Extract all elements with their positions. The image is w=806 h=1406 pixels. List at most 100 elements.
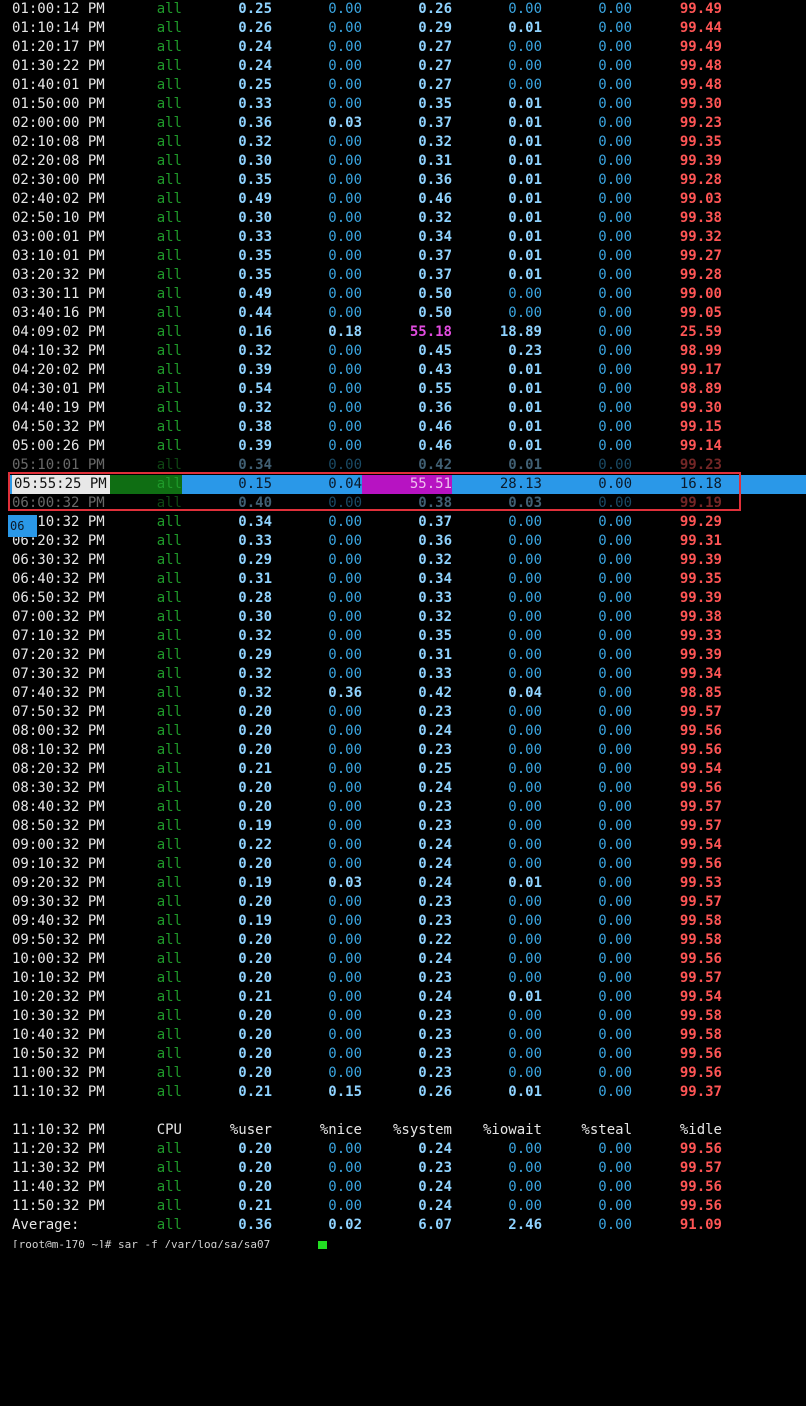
cell-system: 0.31 bbox=[418, 647, 452, 663]
cell-nice: 0.00 bbox=[328, 1160, 362, 1176]
cell-steal: 0.00 bbox=[598, 818, 632, 834]
cell-system: 0.45 bbox=[418, 343, 452, 359]
cell-cpu: all bbox=[156, 305, 182, 321]
cell-time: 04:20:02 PM bbox=[12, 362, 105, 378]
cell-time: 01:10:14 PM bbox=[12, 20, 105, 36]
cell-iowait: 0.01 bbox=[508, 457, 542, 473]
cell-time: 03:40:16 PM bbox=[12, 305, 105, 321]
header-iowait: %iowait bbox=[482, 1122, 542, 1138]
cell-time: 04:40:19 PM bbox=[12, 400, 105, 416]
cell-time: 11:20:32 PM bbox=[12, 1141, 105, 1157]
cell-idle: 99.57 bbox=[679, 1160, 722, 1176]
table-row: 04:40:19 PM all 0.32 0.00 0.36 0.01 0.00 99.30 bbox=[8, 399, 806, 418]
table-row: 06:20:32 PM all 0.33 0.00 0.36 0.00 0.00 99.31 bbox=[8, 532, 806, 551]
cell-idle: 25.59 bbox=[679, 324, 722, 340]
cell-iowait: 0.00 bbox=[508, 1, 542, 17]
cell-system: 0.23 bbox=[418, 742, 452, 758]
cell-idle: 99.28 bbox=[679, 172, 722, 188]
cell-user: 0.15 bbox=[182, 475, 272, 494]
cell-system: 0.24 bbox=[418, 1198, 452, 1214]
cell-time: 09:40:32 PM bbox=[12, 913, 105, 929]
cell-steal: 0.00 bbox=[598, 210, 632, 226]
table-row: 07:10:32 PM all 0.32 0.00 0.35 0.00 0.00 99.33 bbox=[8, 627, 806, 646]
cell-system: 0.26 bbox=[418, 1, 452, 17]
table-row: 02:20:08 PM all 0.30 0.00 0.31 0.01 0.00 99.39 bbox=[8, 152, 806, 171]
cell-cpu: all bbox=[156, 1084, 182, 1100]
cell-user: 0.20 bbox=[238, 932, 272, 948]
cell-nice: 0.00 bbox=[328, 1046, 362, 1062]
header-system: %system bbox=[392, 1122, 452, 1138]
cell-user: 0.39 bbox=[238, 438, 272, 454]
cell-user: 0.19 bbox=[238, 913, 272, 929]
cell-idle: 99.56 bbox=[679, 1198, 722, 1214]
cell-steal: 0.00 bbox=[598, 381, 632, 397]
cell-nice: 0.00 bbox=[328, 1198, 362, 1214]
cell-user: 0.39 bbox=[238, 362, 272, 378]
cell-iowait: 0.01 bbox=[508, 875, 542, 891]
cell-cpu: all bbox=[156, 1065, 182, 1081]
shell-prompt[interactable]: [root@m-170 ~]# sar -f /var/log/sa/sa07 bbox=[12, 1238, 270, 1248]
cell-time: 06:40:32 PM bbox=[12, 571, 105, 587]
cell-idle: 99.00 bbox=[679, 286, 722, 302]
cell-idle: 99.14 bbox=[679, 438, 722, 454]
table-row: 07:50:32 PM all 0.20 0.00 0.23 0.00 0.00 99.57 bbox=[8, 703, 806, 722]
cell-iowait: 0.00 bbox=[508, 894, 542, 910]
cell-iowait: 0.00 bbox=[508, 1179, 542, 1195]
table-row: 04:30:01 PM all 0.54 0.00 0.55 0.01 0.00 98.89 bbox=[8, 380, 806, 399]
cell-user: 0.29 bbox=[238, 552, 272, 568]
cell-cpu: all bbox=[156, 134, 182, 150]
cell-iowait: 0.01 bbox=[508, 989, 542, 1005]
cell-idle: 99.49 bbox=[679, 1, 722, 17]
cell-nice: 0.00 bbox=[328, 248, 362, 264]
cell-nice: 0.03 bbox=[328, 875, 362, 891]
cell-time: 09:10:32 PM bbox=[12, 856, 105, 872]
cell-time: 06:00:32 PM bbox=[12, 495, 105, 511]
cell-user: 0.20 bbox=[238, 1160, 272, 1176]
table-row: 07:00:32 PM all 0.30 0.00 0.32 0.00 0.00 99.38 bbox=[8, 608, 806, 627]
cell-system: 0.32 bbox=[418, 134, 452, 150]
table-row: 09:00:32 PM all 0.22 0.00 0.24 0.00 0.00 99.54 bbox=[8, 836, 806, 855]
cell-system: 0.32 bbox=[418, 552, 452, 568]
cell-steal: 0.00 bbox=[598, 932, 632, 948]
cell-user: 0.21 bbox=[238, 1198, 272, 1214]
cell-time: 11:50:32 PM bbox=[12, 1198, 105, 1214]
cell-user: 0.20 bbox=[238, 1027, 272, 1043]
table-row: 09:30:32 PM all 0.20 0.00 0.23 0.00 0.00 99.57 bbox=[8, 893, 806, 912]
cell-cpu: all bbox=[156, 343, 182, 359]
cell-system: 0.36 bbox=[418, 400, 452, 416]
cell-user: 0.20 bbox=[238, 723, 272, 739]
cell-cpu: all bbox=[156, 1179, 182, 1195]
selection-chip[interactable]: 06 bbox=[8, 515, 37, 537]
cell-time: 10:50:32 PM bbox=[12, 1046, 105, 1062]
cell-idle: 99.35 bbox=[679, 571, 722, 587]
table-row: 11:40:32 PM all 0.20 0.00 0.24 0.00 0.00 99.56 bbox=[8, 1178, 806, 1197]
cell-idle: 99.19 bbox=[679, 495, 722, 511]
cell-time: 07:10:32 PM bbox=[12, 628, 105, 644]
cell-iowait: 0.01 bbox=[508, 153, 542, 169]
cell-system: 0.46 bbox=[418, 419, 452, 435]
average-cpu: all bbox=[156, 1217, 182, 1233]
cell-idle: 99.57 bbox=[679, 818, 722, 834]
cell-nice: 0.36 bbox=[328, 685, 362, 701]
table-row: 03:20:32 PM all 0.35 0.00 0.37 0.01 0.00 99.28 bbox=[8, 266, 806, 285]
cell-user: 0.25 bbox=[238, 77, 272, 93]
cell-time: 02:20:08 PM bbox=[12, 153, 105, 169]
cell-nice: 0.03 bbox=[328, 115, 362, 131]
cell-user: 0.20 bbox=[238, 1141, 272, 1157]
cell-idle: 99.39 bbox=[679, 153, 722, 169]
cell-cpu: all bbox=[156, 723, 182, 739]
table-row: 09:10:32 PM all 0.20 0.00 0.24 0.00 0.00 99.56 bbox=[8, 855, 806, 874]
cell-user: 0.31 bbox=[238, 571, 272, 587]
cell-system: 0.24 bbox=[418, 723, 452, 739]
cell-user: 0.49 bbox=[238, 286, 272, 302]
cell-nice: 0.00 bbox=[328, 457, 362, 473]
cell-idle: 99.15 bbox=[679, 419, 722, 435]
cell-nice: 0.00 bbox=[328, 153, 362, 169]
cell-time: 02:10:08 PM bbox=[12, 134, 105, 150]
cell-cpu: all bbox=[156, 248, 182, 264]
cell-user: 0.21 bbox=[238, 761, 272, 777]
cell-iowait: 0.00 bbox=[508, 1160, 542, 1176]
cell-time: 01:30:22 PM bbox=[12, 58, 105, 74]
cell-cpu: all bbox=[156, 685, 182, 701]
cell-time: 01:00:12 PM bbox=[12, 1, 105, 17]
